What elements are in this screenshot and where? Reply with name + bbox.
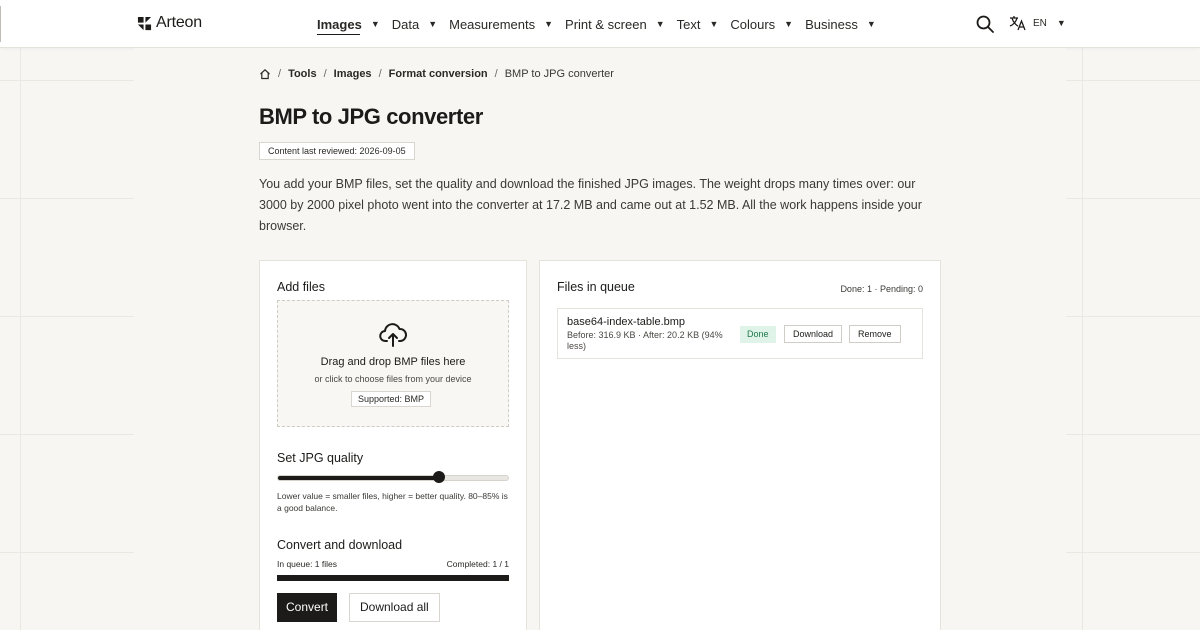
home-icon[interactable] (259, 68, 271, 80)
main-nav: Images ▼ Data ▼ Measurements ▼ Print & s… (317, 0, 888, 48)
window-edge-line (0, 6, 1, 42)
chevron-down-icon: ▼ (784, 19, 794, 29)
chevron-down-icon: ▼ (1056, 18, 1066, 28)
conversion-progress-bar (277, 575, 509, 581)
chevron-down-icon: ▼ (544, 19, 554, 29)
breadcrumb-format-conversion[interactable]: Format conversion (389, 68, 488, 80)
file-size-info: Before: 316.9 KB · After: 20.2 KB (94% l… (567, 330, 723, 351)
nav-item-print-screen[interactable]: Print & screen ▼ (565, 0, 665, 48)
quality-heading: Set JPG quality (277, 451, 364, 465)
nav-label: Data (391, 16, 420, 32)
nav-item-colours[interactable]: Colours ▼ (730, 0, 793, 48)
nav-item-business[interactable]: Business ▼ (805, 0, 876, 48)
queue-panel: Files in queue Done: 1 · Pending: 0 base… (539, 260, 941, 630)
queue-count: In queue: 1 files (277, 559, 338, 569)
breadcrumb-tools[interactable]: Tools (288, 68, 317, 80)
breadcrumb: / Tools / Images / Format conversion / B… (259, 68, 614, 80)
brand-logo[interactable]: Arteon (137, 14, 202, 32)
download-all-button[interactable]: Download all (349, 593, 440, 622)
breadcrumb-separator: / (378, 68, 382, 80)
page-title: BMP to JPG converter (259, 104, 483, 129)
nav-label: Measurements (449, 16, 536, 32)
quality-slider[interactable] (277, 471, 509, 483)
breadcrumb-current: BMP to JPG converter (504, 68, 614, 80)
translate-icon (1009, 16, 1026, 31)
file-name: base64-index-table.bmp (567, 316, 686, 328)
queue-heading: Files in queue (557, 280, 635, 294)
add-files-heading: Add files (277, 280, 325, 294)
quality-slider-fill (278, 476, 439, 480)
convert-button[interactable]: Convert (277, 593, 338, 622)
chevron-down-icon: ▼ (370, 19, 380, 29)
upload-cloud-icon (379, 323, 407, 347)
nav-label: Print & screen (565, 16, 647, 32)
queue-status-counts: Done: 1 · Pending: 0 (840, 284, 923, 294)
completed-count: Completed: 1 / 1 (446, 559, 509, 569)
status-badge: Done (740, 326, 776, 343)
quality-slider-thumb[interactable] (433, 471, 445, 483)
nav-item-measurements[interactable]: Measurements ▼ (449, 0, 553, 48)
list-item: base64-index-table.bmp Before: 316.9 KB … (557, 308, 923, 359)
dropzone-subtitle: or click to choose files from your devic… (314, 374, 472, 384)
nav-label: Business (805, 16, 858, 32)
file-dropzone[interactable]: Drag and drop BMP files here or click to… (277, 300, 509, 427)
chevron-down-icon: ▼ (428, 19, 438, 29)
brand-name: Arteon (156, 14, 202, 31)
chevron-down-icon: ▼ (866, 19, 876, 29)
progress-fill (277, 575, 509, 581)
breadcrumb-images[interactable]: Images (334, 68, 372, 80)
breadcrumb-separator: / (278, 68, 282, 80)
nav-label: Text (676, 16, 701, 32)
convert-heading: Convert and download (277, 538, 403, 552)
quality-hint: Lower value = smaller files, higher = be… (277, 491, 508, 513)
intro-text: You add your BMP files, set the quality … (259, 177, 922, 233)
main-content: / Tools / Images / Format conversion / B… (134, 48, 1066, 630)
nav-item-images[interactable]: Images ▼ (317, 0, 380, 48)
chevron-down-icon: ▼ (655, 19, 665, 29)
reviewed-badge: Content last reviewed: 2026-09-05 (259, 142, 415, 160)
dropzone-title: Drag and drop BMP files here (320, 356, 466, 368)
top-navigation-bar: Arteon Images ▼ Data ▼ Measurements ▼ Pr… (0, 0, 1200, 48)
language-code: EN (1033, 17, 1047, 29)
download-file-button[interactable]: Download (784, 325, 843, 343)
nav-item-data[interactable]: Data ▼ (392, 0, 437, 48)
chevron-down-icon: ▼ (709, 19, 719, 29)
remove-file-button[interactable]: Remove (849, 325, 901, 343)
supported-formats-badge: Supported: BMP (351, 391, 432, 407)
nav-item-text[interactable]: Text ▼ (677, 0, 719, 48)
search-icon[interactable] (975, 14, 995, 34)
breadcrumb-separator: / (494, 68, 498, 80)
breadcrumb-separator: / (323, 68, 327, 80)
language-selector[interactable]: EN ▼ (1009, 15, 1066, 31)
logo-icon (137, 16, 152, 30)
nav-label: Images (317, 16, 362, 32)
nav-label: Colours (730, 16, 776, 32)
converter-panel: Add files Drag and drop BMP files here o… (259, 260, 527, 630)
